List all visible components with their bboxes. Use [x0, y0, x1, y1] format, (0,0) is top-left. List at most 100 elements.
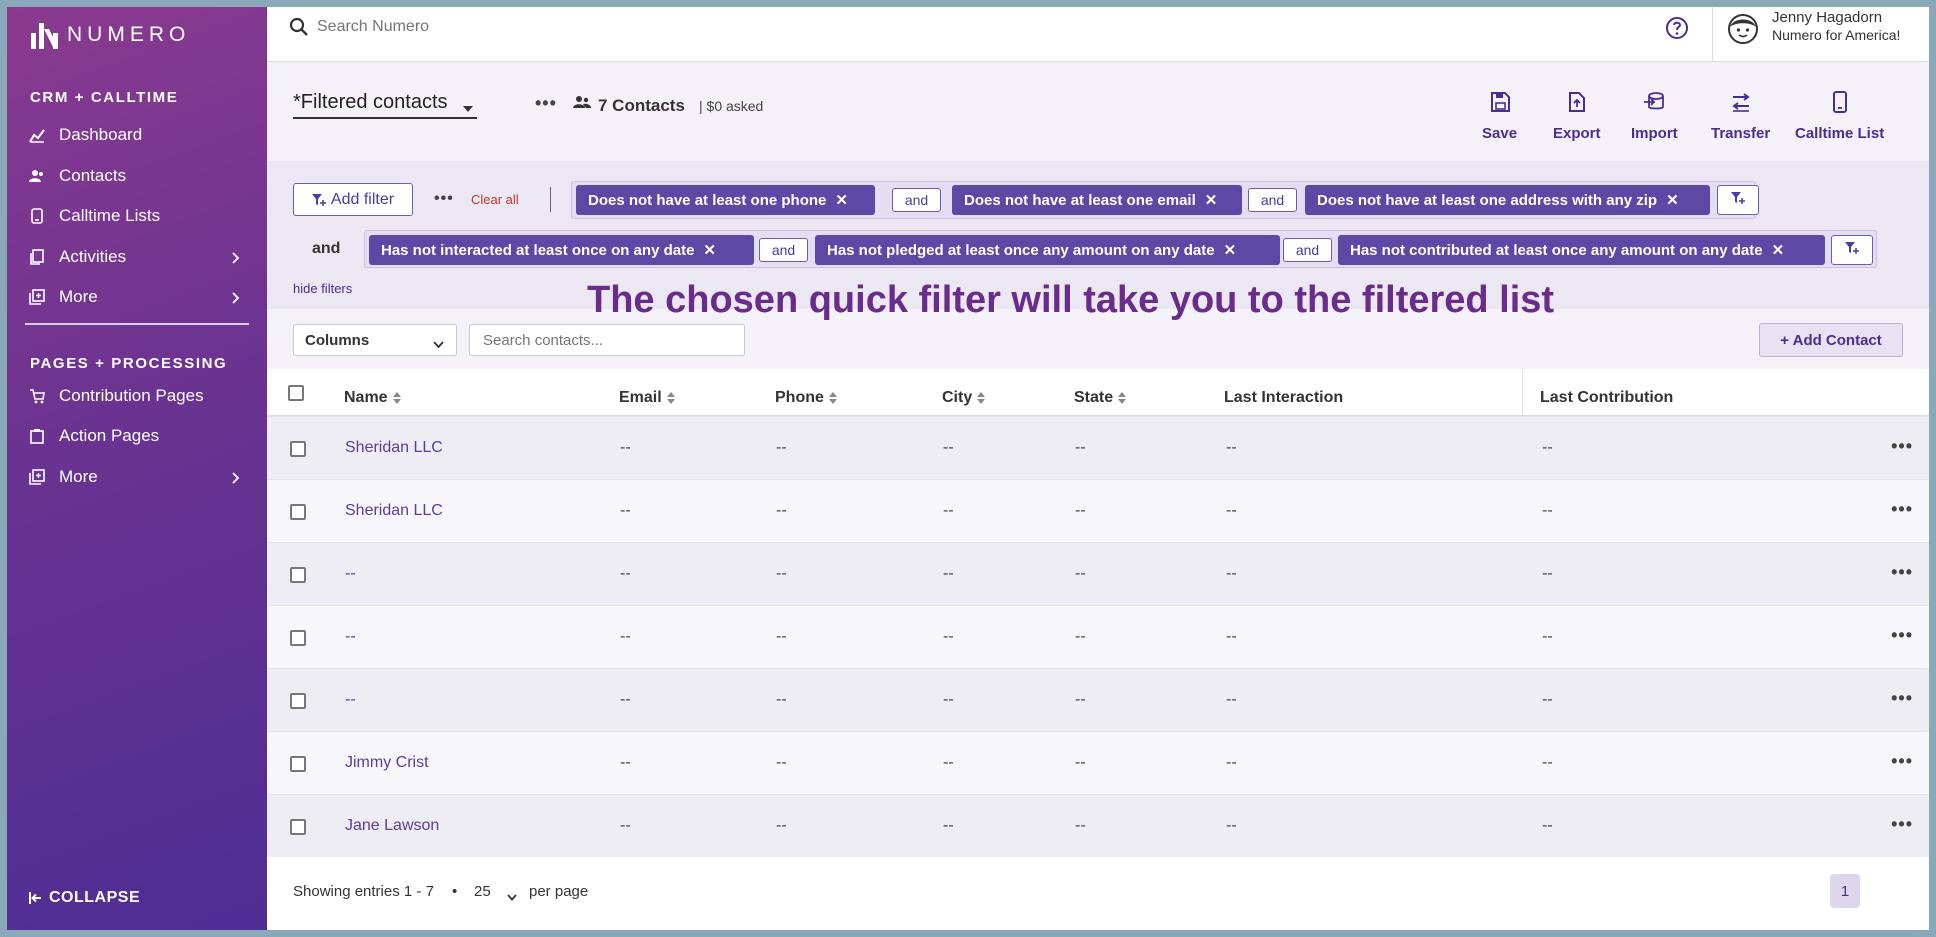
chevron-right-icon: [231, 250, 241, 270]
page-number: 1: [1840, 882, 1850, 900]
column-state[interactable]: State: [1074, 389, 1127, 407]
sidebar-item-dashboard[interactable]: Dashboard: [29, 119, 253, 151]
close-icon[interactable]: ✕: [703, 241, 716, 259]
filter-chip[interactable]: Has not interacted at least once on any …: [369, 235, 754, 265]
sort-icon: [977, 392, 986, 404]
and-operator-label: and: [904, 192, 929, 208]
row-checkbox[interactable]: [290, 504, 306, 520]
export-button[interactable]: Export: [1553, 91, 1601, 142]
columns-select[interactable]: Columns: [293, 324, 457, 356]
section-pages-processing: PAGES + PROCESSING: [30, 355, 228, 372]
filter-chip[interactable]: Does not have at least one phone ✕: [576, 185, 875, 215]
row-checkbox[interactable]: [290, 630, 306, 646]
global-search-input[interactable]: [317, 15, 817, 39]
row-actions-button[interactable]: •••: [1891, 688, 1913, 709]
filter-chip[interactable]: Does not have at least one address with …: [1305, 185, 1710, 215]
cell-last-interaction: --: [1226, 628, 1237, 645]
column-phone[interactable]: Phone: [775, 389, 837, 407]
column-name[interactable]: Name: [344, 389, 401, 407]
contact-name-link[interactable]: Sheridan LLC: [345, 502, 443, 520]
cell-last-contribution: --: [1542, 439, 1553, 456]
list-selector[interactable]: *Filtered contacts: [293, 87, 477, 119]
contact-name-link[interactable]: Sheridan LLC: [345, 439, 443, 457]
cell-last-contribution: --: [1542, 754, 1553, 771]
close-icon[interactable]: ✕: [1205, 191, 1218, 209]
per-page-select[interactable]: 25: [467, 878, 521, 904]
contact-name-link[interactable]: Jane Lawson: [345, 817, 439, 835]
page-button-1[interactable]: 1: [1830, 874, 1860, 908]
save-icon: [1489, 91, 1511, 125]
clear-all-link[interactable]: Clear all: [471, 192, 519, 207]
row-actions-button[interactable]: •••: [1891, 751, 1913, 772]
sidebar-item-contacts[interactable]: Contacts: [29, 160, 253, 192]
sidebar-item-more-pages[interactable]: More: [29, 461, 253, 493]
contact-name-link[interactable]: --: [345, 565, 356, 583]
table-row[interactable]: -- -- -- -- -- -- -- •••: [267, 542, 1929, 605]
row-actions-button[interactable]: •••: [1891, 814, 1913, 835]
table-row[interactable]: Jimmy Crist -- -- -- -- -- -- •••: [267, 731, 1929, 794]
logo[interactable]: NUMERO: [31, 15, 190, 55]
row-actions-button[interactable]: •••: [1891, 499, 1913, 520]
and-operator[interactable]: and: [892, 188, 941, 212]
contact-name-link[interactable]: Jimmy Crist: [345, 754, 429, 772]
collapse-label: COLLAPSE: [49, 889, 141, 906]
select-all-checkbox[interactable]: [288, 385, 304, 401]
contacts-search-input[interactable]: [469, 324, 745, 356]
row-actions-button[interactable]: •••: [1891, 562, 1913, 583]
list-options-button[interactable]: •••: [535, 93, 557, 114]
row-checkbox[interactable]: [290, 819, 306, 835]
cell-last-contribution: --: [1542, 502, 1553, 519]
add-contact-button[interactable]: + Add Contact: [1759, 323, 1903, 357]
close-icon[interactable]: ✕: [1224, 241, 1237, 259]
help-icon[interactable]: [1665, 16, 1689, 45]
table-row[interactable]: Sheridan LLC -- -- -- -- -- -- •••: [267, 416, 1929, 479]
chevron-down-icon: [507, 888, 517, 905]
sidebar-item-more-crm[interactable]: More: [29, 281, 253, 313]
and-operator[interactable]: and: [759, 238, 808, 262]
filter-options-button[interactable]: •••: [434, 190, 454, 208]
sidebar-item-label: Contacts: [59, 166, 127, 185]
row-actions-button[interactable]: •••: [1891, 436, 1913, 457]
contact-name-link[interactable]: --: [345, 628, 356, 646]
group-filter-button[interactable]: [1717, 185, 1759, 215]
sidebar-item-action-pages[interactable]: Action Pages: [29, 420, 253, 452]
contact-name-link[interactable]: --: [345, 691, 356, 709]
filter-chip[interactable]: Has not pledged at least once any amount…: [815, 235, 1280, 265]
filter-chip[interactable]: Does not have at least one email ✕: [952, 185, 1242, 215]
sidebar-item-calltime-lists[interactable]: Calltime Lists: [29, 200, 253, 232]
column-city[interactable]: City: [942, 389, 986, 407]
and-operator-label: and: [1295, 242, 1320, 258]
row-checkbox[interactable]: [290, 693, 306, 709]
hide-filters-link[interactable]: hide filters: [293, 281, 352, 296]
row-checkbox[interactable]: [290, 567, 306, 583]
row-checkbox[interactable]: [290, 756, 306, 772]
column-email[interactable]: Email: [619, 389, 675, 407]
close-icon[interactable]: ✕: [1772, 241, 1785, 259]
add-filter-button[interactable]: Add filter: [293, 183, 413, 216]
sidebar-item-activities[interactable]: Activities: [29, 241, 253, 273]
row-checkbox[interactable]: [290, 441, 306, 457]
import-button[interactable]: Import: [1631, 91, 1678, 142]
sidebar-item-label: More: [59, 287, 98, 306]
group-filter-button[interactable]: [1831, 235, 1873, 265]
table-row[interactable]: Sheridan LLC -- -- -- -- -- -- •••: [267, 479, 1929, 542]
sidebar-item-contribution-pages[interactable]: Contribution Pages: [29, 380, 253, 412]
logo-text: NUMERO: [67, 23, 191, 46]
cell-email: --: [620, 565, 631, 582]
transfer-button[interactable]: Transfer: [1711, 91, 1770, 142]
close-icon[interactable]: ✕: [835, 191, 848, 209]
filter-chip[interactable]: Has not contributed at least once any am…: [1338, 235, 1825, 265]
and-operator[interactable]: and: [1248, 188, 1297, 212]
calltime-list-button[interactable]: Calltime List: [1795, 91, 1884, 142]
collapse-button[interactable]: COLLAPSE: [29, 889, 140, 907]
and-operator[interactable]: and: [1283, 238, 1332, 262]
row-actions-button[interactable]: •••: [1891, 625, 1913, 646]
table-row[interactable]: -- -- -- -- -- -- -- •••: [267, 668, 1929, 731]
column-label: Name: [344, 389, 388, 406]
table-row[interactable]: Jane Lawson -- -- -- -- -- -- •••: [267, 794, 1929, 857]
save-button[interactable]: Save: [1482, 91, 1517, 142]
avatar[interactable]: [1727, 13, 1759, 50]
filter-chip-label: Does not have at least one phone: [588, 191, 827, 209]
table-row[interactable]: -- -- -- -- -- -- -- •••: [267, 605, 1929, 668]
close-icon[interactable]: ✕: [1666, 191, 1679, 209]
